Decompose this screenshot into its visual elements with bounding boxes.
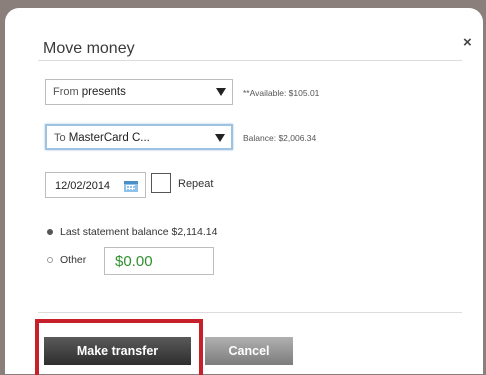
highlight-box (35, 319, 203, 375)
cancel-button[interactable]: Cancel (205, 337, 293, 365)
date-value: 12/02/2014 (55, 180, 111, 192)
available-balance-note: **Available: $105.01 (243, 88, 320, 98)
from-select-label: From presents (53, 86, 126, 98)
other-amount-radio[interactable] (47, 257, 53, 263)
close-icon[interactable]: × (463, 34, 472, 51)
other-amount-input[interactable]: $0.00 (104, 247, 214, 275)
chevron-down-icon (216, 88, 226, 96)
last-statement-label: Last statement balance $2,114.14 (60, 226, 218, 238)
from-account-select[interactable]: From presents (45, 79, 233, 105)
to-select-label: To MasterCard C... (54, 132, 150, 144)
last-statement-radio[interactable] (47, 229, 53, 235)
chevron-down-icon (215, 134, 225, 142)
transfer-date-field[interactable]: 12/02/2014 (45, 172, 146, 198)
calendar-icon[interactable] (124, 181, 138, 192)
title-divider (38, 60, 462, 61)
repeat-checkbox[interactable] (151, 173, 171, 193)
modal-title: Move money (43, 40, 135, 57)
to-account-select[interactable]: To MasterCard C... (45, 124, 233, 150)
repeat-label: Repeat (178, 178, 214, 190)
footer-divider (38, 312, 462, 313)
other-amount-value: $0.00 (115, 253, 153, 270)
to-balance-note: Balance: $2,006.34 (243, 133, 317, 143)
other-amount-label: Other (60, 254, 87, 266)
